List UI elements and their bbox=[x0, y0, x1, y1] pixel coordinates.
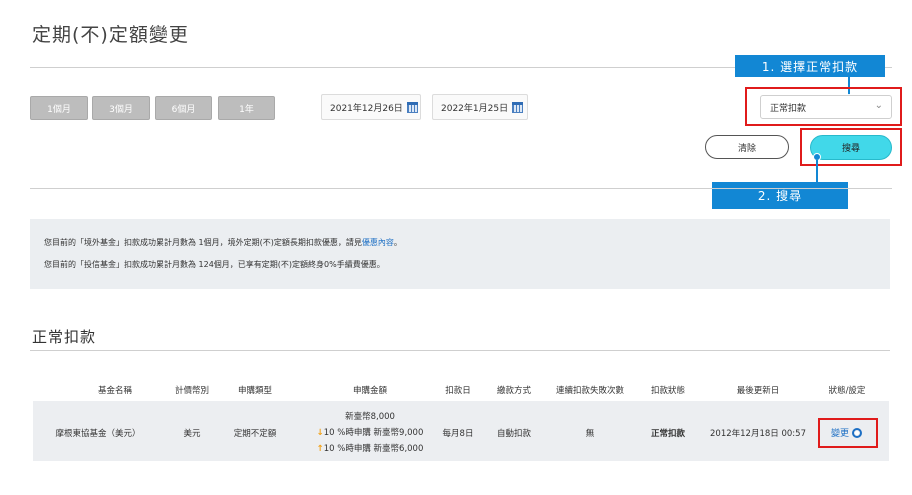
info-panel: 您目前的「境外基金」扣款成功累計月數為 1個月，境外定期(不)定額長期扣款優惠，… bbox=[30, 219, 890, 289]
currency: 美元 bbox=[183, 429, 201, 439]
purchase-type: 定期不定額 bbox=[233, 429, 277, 439]
callout-step2: 2. 搜尋 bbox=[712, 182, 848, 209]
amount-down: ↓10 %時申購 新臺幣9,000 bbox=[316, 428, 424, 438]
change-link[interactable]: 變更 bbox=[831, 426, 863, 439]
period-1y-button[interactable]: 1年 bbox=[218, 96, 275, 120]
table-header: 基金名稱 bbox=[97, 386, 132, 396]
info-line-offshore: 您目前的「境外基金」扣款成功累計月數為 1個月，境外定期(不)定額長期扣款優惠，… bbox=[44, 238, 402, 247]
table-header: 繳款方式 bbox=[496, 386, 531, 396]
table-header: 申購金額 bbox=[352, 386, 387, 396]
table-header: 計價幣別 bbox=[174, 386, 209, 396]
fail-count: 無 bbox=[585, 429, 595, 439]
table-header: 扣款日 bbox=[445, 386, 471, 396]
page-title: 定期(不)定額變更 bbox=[32, 24, 189, 46]
payment-method: 自動扣款 bbox=[496, 429, 531, 439]
table-header: 最後更新日 bbox=[736, 386, 780, 396]
search-button[interactable]: 搜尋 bbox=[810, 135, 892, 160]
table-header: 狀態/設定 bbox=[828, 386, 866, 396]
period-1m-button[interactable]: 1個月 bbox=[30, 96, 88, 120]
status-select-value: 正常扣款 bbox=[770, 103, 807, 114]
end-date-value: 2022年1月25日 bbox=[441, 103, 509, 114]
divider bbox=[30, 350, 890, 351]
calendar-icon[interactable] bbox=[406, 101, 418, 113]
period-6m-button[interactable]: 6個月 bbox=[155, 96, 212, 120]
gear-icon bbox=[852, 427, 863, 438]
amount-main: 新臺幣8,000 bbox=[345, 412, 395, 422]
start-date-value: 2021年12月26日 bbox=[330, 103, 403, 114]
table-header: 連續扣款失敗次數 bbox=[555, 386, 624, 396]
last-updated: 2012年12月18日 00:57 bbox=[710, 429, 806, 439]
table-header: 申購類型 bbox=[237, 386, 272, 396]
arrow-down-icon: ↓ bbox=[316, 428, 324, 438]
fund-name: 摩根東協基金（美元） bbox=[55, 429, 141, 439]
debit-day: 每月8日 bbox=[442, 429, 474, 439]
divider bbox=[30, 188, 892, 189]
clear-button[interactable]: 清除 bbox=[705, 135, 789, 159]
chevron-down-icon: ⌄ bbox=[874, 100, 883, 111]
info-line-domestic: 您目前的「投信基金」扣款成功累計月數為 124個月，已享有定期(不)定額終身0%… bbox=[44, 260, 385, 269]
period-3m-button[interactable]: 3個月 bbox=[92, 96, 150, 120]
end-date-picker[interactable]: 2022年1月25日 bbox=[432, 94, 528, 120]
callout-step1: 1. 選擇正常扣款 bbox=[735, 55, 885, 77]
callout-step2-line bbox=[816, 160, 818, 182]
offer-link[interactable]: 優惠內容 bbox=[362, 238, 394, 247]
calendar-icon[interactable] bbox=[512, 101, 524, 113]
amount-up: ↑10 %時申購 新臺幣6,000 bbox=[316, 444, 424, 454]
section-title: 正常扣款 bbox=[32, 328, 97, 346]
debit-status: 正常扣款 bbox=[650, 429, 685, 439]
table-header: 扣款狀態 bbox=[650, 386, 685, 396]
arrow-up-icon: ↑ bbox=[316, 444, 324, 454]
start-date-picker[interactable]: 2021年12月26日 bbox=[321, 94, 421, 120]
status-select[interactable]: 正常扣款 ⌄ bbox=[760, 95, 892, 119]
